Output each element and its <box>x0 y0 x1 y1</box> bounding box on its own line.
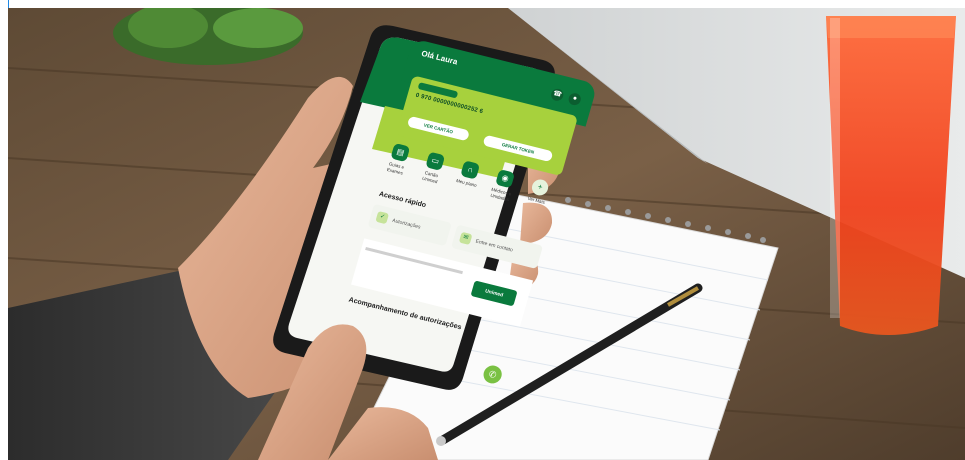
authorization-icon: ✓ <box>375 210 390 225</box>
location-icon: ◉ <box>495 169 516 189</box>
generate-token-button[interactable]: GERAR TOKEN <box>482 134 554 163</box>
service-label: Guias e Exames <box>386 161 405 176</box>
plus-icon: + <box>530 177 551 198</box>
phone-icon[interactable]: ☎ <box>549 87 565 103</box>
service-doctors-units[interactable]: ◉ Médicos e Unidades <box>484 167 521 203</box>
contact-icon: ✉ <box>458 231 473 246</box>
plan-icon: ∩ <box>460 160 481 180</box>
service-label: Ver Mais <box>527 195 546 205</box>
service-label: Médicos e Unidades <box>489 186 513 202</box>
quick-label: Entre em contato <box>474 238 514 254</box>
banner-badge: Unimed <box>470 280 518 307</box>
service-guides-exams[interactable]: ▤ Guias e Exames <box>380 141 417 177</box>
quick-contact[interactable]: ✉ Entre em contato <box>451 224 544 269</box>
service-unimed-card[interactable]: ▭ Cartão Unimed <box>415 150 452 186</box>
view-card-button[interactable]: VER CARTÃO <box>406 115 470 142</box>
quick-authorizations[interactable]: ✓ Autorizações <box>367 203 452 247</box>
service-my-plan[interactable]: ∩ Meu plano <box>451 159 487 190</box>
juice-glass <box>826 16 956 335</box>
service-label: Meu plano <box>455 178 478 188</box>
chat-icon[interactable]: ✆ <box>481 363 504 386</box>
greeting-text: Olá Laura <box>420 48 459 67</box>
card-icon: ▭ <box>425 151 446 171</box>
service-label: Cartão Unimed <box>421 170 439 184</box>
document-icon: ▤ <box>390 142 411 163</box>
quick-label: Autorizações <box>391 217 422 231</box>
banner-text-line <box>365 247 463 275</box>
photo-scene: Olá Laura ☎ ● 0 970 0000000000252 6 VER … <box>8 8 965 460</box>
profile-icon[interactable]: ● <box>567 91 583 107</box>
service-see-more[interactable]: + Ver Mais <box>521 176 557 207</box>
